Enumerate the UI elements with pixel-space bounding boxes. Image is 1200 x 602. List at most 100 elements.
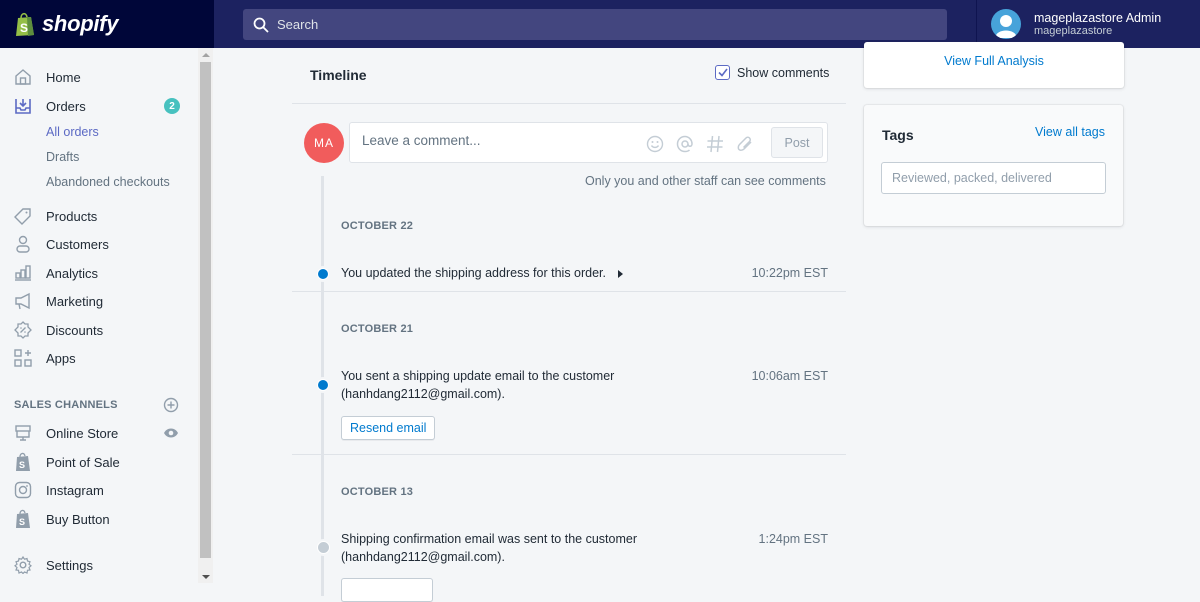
apps-icon bbox=[13, 348, 33, 368]
show-comments-toggle[interactable]: Show comments bbox=[715, 65, 829, 80]
logo-text: shopify bbox=[42, 11, 119, 36]
emoji-icon[interactable] bbox=[645, 134, 665, 154]
sidebar-scrollbar[interactable] bbox=[198, 48, 213, 583]
timeline-event-time: 10:06am EST bbox=[751, 369, 828, 383]
user-menu[interactable]: mageplazastore Admin mageplazastore bbox=[976, 0, 1200, 48]
search-placeholder: Search bbox=[277, 17, 319, 32]
sidebar-item-label: Products bbox=[46, 208, 98, 224]
sidebar-item-apps[interactable]: Apps bbox=[0, 344, 198, 372]
timeline-date: OCTOBER 13 bbox=[341, 486, 414, 498]
shopify-bag-icon: S bbox=[13, 509, 33, 529]
svg-text:S: S bbox=[20, 21, 28, 35]
timeline-event-time: 10:22pm EST bbox=[751, 266, 828, 280]
tag-icon bbox=[13, 206, 33, 226]
sidebar: Home Orders 2 All orders Drafts Abandone… bbox=[0, 48, 214, 583]
event-description-line2: (hanhdang2112@gmail.com). bbox=[341, 387, 505, 401]
author-avatar: MA bbox=[304, 123, 344, 163]
search-icon bbox=[253, 17, 269, 33]
sidebar-item-home[interactable]: Home bbox=[0, 63, 198, 91]
add-sales-channel-button[interactable] bbox=[162, 396, 180, 414]
gear-icon bbox=[13, 555, 33, 575]
scroll-down-arrow-icon[interactable] bbox=[202, 575, 210, 579]
timeline-event-dot bbox=[317, 379, 329, 391]
comment-input[interactable] bbox=[362, 133, 632, 148]
timeline-date: OCTOBER 22 bbox=[341, 220, 414, 232]
divider bbox=[292, 454, 846, 455]
event-description-line1: Shipping confirmation email was sent to … bbox=[341, 532, 637, 546]
sidebar-item-discounts[interactable]: Discounts bbox=[0, 316, 198, 344]
sidebar-channel-point-of-sale[interactable]: S Point of Sale bbox=[0, 448, 198, 476]
resend-email-button[interactable]: Resend email bbox=[341, 416, 436, 440]
checkmark-icon bbox=[717, 68, 728, 77]
sidebar-item-customers[interactable]: Customers bbox=[0, 230, 198, 258]
timeline-action-button[interactable] bbox=[341, 578, 433, 602]
comment-box: Post bbox=[349, 122, 828, 163]
timeline-event-dot bbox=[317, 268, 329, 280]
staff-visibility-note: Only you and other staff can see comment… bbox=[585, 174, 826, 188]
eye-icon bbox=[164, 428, 178, 438]
svg-text:S: S bbox=[19, 517, 25, 527]
search-bar[interactable]: Search bbox=[243, 9, 947, 40]
scrollbar-thumb[interactable] bbox=[200, 62, 211, 558]
sidebar-subitem-drafts[interactable]: Drafts bbox=[46, 150, 79, 164]
sidebar-item-label: Settings bbox=[46, 557, 93, 573]
store-icon bbox=[13, 423, 33, 443]
sidebar-item-label: Point of Sale bbox=[46, 454, 120, 470]
sidebar-channel-instagram[interactable]: Instagram bbox=[0, 476, 198, 504]
scroll-up-arrow-icon[interactable] bbox=[202, 53, 210, 57]
view-online-store-button[interactable] bbox=[162, 424, 180, 442]
sidebar-item-label: Marketing bbox=[46, 293, 104, 309]
timeline-event-text[interactable]: You updated the shipping address for thi… bbox=[341, 264, 624, 282]
shopify-logo[interactable]: S shopify bbox=[0, 0, 214, 48]
sidebar-item-label: Apps bbox=[46, 350, 76, 366]
sidebar-item-analytics[interactable]: Analytics bbox=[0, 259, 198, 287]
sidebar-subitem-abandoned-checkouts[interactable]: Abandoned checkouts bbox=[46, 175, 170, 189]
timeline-event-time: 1:24pm EST bbox=[758, 532, 828, 546]
timeline-event-text: Shipping confirmation email was sent to … bbox=[341, 530, 637, 566]
view-all-tags-link[interactable]: View all tags bbox=[1035, 125, 1105, 139]
megaphone-icon bbox=[13, 291, 33, 311]
sidebar-item-settings[interactable]: Settings bbox=[0, 551, 198, 579]
divider bbox=[292, 291, 846, 292]
sidebar-item-marketing[interactable]: Marketing bbox=[0, 287, 198, 315]
sidebar-item-label: Home bbox=[46, 69, 81, 85]
hashtag-icon[interactable] bbox=[705, 134, 725, 154]
post-button[interactable]: Post bbox=[771, 127, 823, 158]
event-description-line1: You sent a shipping update email to the … bbox=[341, 369, 615, 383]
user-avatar-icon bbox=[991, 9, 1021, 39]
shopify-bag-logo-icon: S bbox=[16, 12, 34, 36]
person-icon bbox=[13, 234, 33, 254]
plus-circle-icon bbox=[163, 397, 179, 413]
orders-icon bbox=[13, 96, 33, 116]
timeline-title: Timeline bbox=[310, 67, 367, 83]
sidebar-item-label: Buy Button bbox=[46, 511, 110, 527]
view-full-analysis-link[interactable]: View Full Analysis bbox=[864, 54, 1124, 68]
sidebar-item-orders[interactable]: Orders 2 bbox=[0, 92, 198, 120]
expand-caret-icon[interactable] bbox=[618, 269, 624, 278]
sidebar-item-label: Customers bbox=[46, 236, 109, 252]
divider bbox=[292, 103, 846, 104]
discount-icon bbox=[13, 320, 33, 340]
event-description-line2: (hanhdang2112@gmail.com). bbox=[341, 550, 505, 564]
svg-text:S: S bbox=[19, 460, 25, 470]
store-name: mageplazastore bbox=[1034, 25, 1113, 37]
show-comments-checkbox[interactable] bbox=[715, 65, 730, 80]
sidebar-item-label: Analytics bbox=[46, 265, 99, 281]
sidebar-item-label: Orders bbox=[46, 98, 86, 114]
analysis-card: View Full Analysis bbox=[864, 42, 1124, 88]
sidebar-item-products[interactable]: Products bbox=[0, 202, 198, 230]
sidebar-channel-buy-button[interactable]: S Buy Button bbox=[0, 505, 198, 533]
tags-input[interactable] bbox=[881, 162, 1106, 194]
top-bar: S shopify Search mageplazastore Admin ma… bbox=[0, 0, 1200, 48]
mention-icon[interactable] bbox=[675, 134, 695, 154]
orders-count-badge: 2 bbox=[164, 98, 180, 114]
user-name: mageplazastore Admin bbox=[1034, 11, 1162, 25]
show-comments-label: Show comments bbox=[737, 65, 830, 80]
event-description: You updated the shipping address for thi… bbox=[341, 266, 607, 280]
timeline-date: OCTOBER 21 bbox=[341, 323, 414, 335]
sidebar-item-label: Instagram bbox=[46, 482, 104, 498]
sidebar-subitem-all-orders[interactable]: All orders bbox=[46, 125, 99, 139]
attachment-icon[interactable] bbox=[735, 134, 755, 154]
sidebar-item-label: Online Store bbox=[46, 425, 119, 441]
instagram-icon bbox=[13, 480, 33, 500]
